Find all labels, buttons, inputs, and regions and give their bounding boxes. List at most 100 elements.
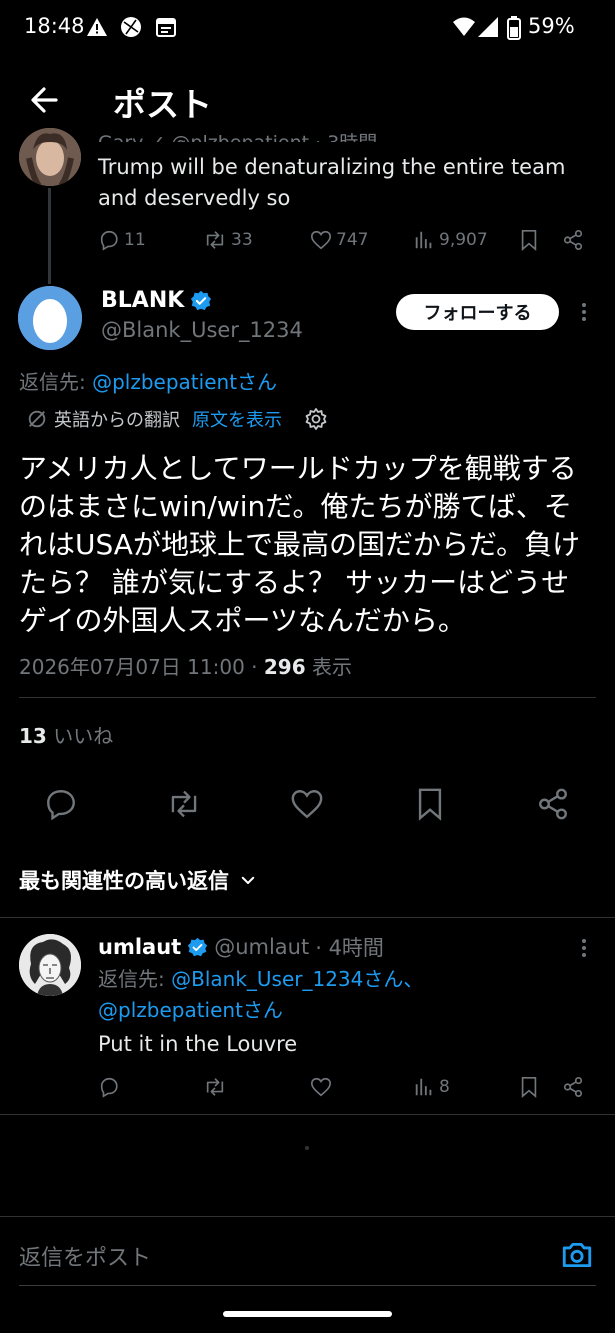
views-icon: [415, 1078, 432, 1096]
home-indicator[interactable]: [223, 1311, 392, 1317]
reply-icon: [47, 790, 75, 821]
main-name-text: BLANK: [101, 288, 185, 313]
reply-author-handle: @umlaut: [214, 935, 310, 959]
status-bar: 18:48 59%: [0, 0, 615, 56]
reply-to-user-link[interactable]: @plzbepatientさん: [98, 998, 283, 1022]
reply-more-options-button[interactable]: [576, 936, 592, 960]
parent-bookmark-button[interactable]: [518, 229, 540, 251]
reply-views-button[interactable]: 8: [413, 1076, 450, 1098]
parent-views-count: 9,907: [439, 230, 488, 250]
parent-reply-button[interactable]: 11: [98, 229, 146, 251]
translation-label: 英語からの翻訳: [54, 410, 180, 431]
parent-like-button[interactable]: 747: [310, 229, 368, 251]
main-text-line: たら？ 誰が気にするよ？ サッカーはどうせ: [19, 566, 570, 599]
share-button[interactable]: [536, 787, 570, 821]
heart-icon: [311, 1077, 331, 1097]
main-author-name: BLANK: [101, 288, 212, 313]
main-text-line: れはUSAが地球上で最高の国だからだ。負け: [19, 528, 581, 561]
wifi-icon: [453, 17, 475, 36]
reply-button[interactable]: [44, 787, 78, 821]
repost-icon: [206, 1078, 224, 1096]
more-options-button[interactable]: [576, 300, 592, 324]
calendar-icon: [156, 18, 176, 37]
likes-row[interactable]: 13 いいね: [19, 720, 113, 749]
camera-icon: [562, 1242, 592, 1268]
main-avatar[interactable]: [18, 286, 82, 350]
parent-repost-button[interactable]: 33: [203, 229, 253, 251]
heart-icon: [311, 230, 331, 250]
replies-sort-dropdown[interactable]: 最も関連性の高い返信: [19, 865, 257, 895]
camera-button[interactable]: [560, 1238, 594, 1272]
repost-icon: [206, 231, 224, 249]
divider: [0, 917, 615, 918]
reply-to-user-link[interactable]: @plzbepatientさん: [92, 370, 277, 394]
parent-like-count: 747: [336, 230, 369, 250]
parent-text-line: Trump will be denaturalizing the entire …: [98, 155, 566, 179]
like-button[interactable]: [290, 787, 324, 821]
show-original-link[interactable]: 原文を表示: [192, 406, 282, 432]
battery-percent: 59%: [528, 14, 575, 38]
reply-reply-button[interactable]: [98, 1076, 120, 1098]
alert-icon: [87, 18, 107, 36]
bookmark-button[interactable]: [413, 787, 447, 821]
reply-reply-to: 返信先: @Blank_User_1234さん、 @plzbepatientさん: [98, 964, 538, 1026]
default-egg-avatar-icon: [18, 286, 82, 350]
parent-text-line: and deservedly so: [98, 186, 291, 210]
page-title: ポスト: [113, 85, 212, 124]
reply-like-button[interactable]: [310, 1076, 332, 1098]
main-author-handle: @Blank_User_1234: [101, 318, 303, 342]
back-button[interactable]: [26, 80, 66, 120]
reply-to-prefix: 返信先:: [19, 370, 93, 394]
person-photo-icon: [19, 128, 81, 186]
likes-label: いいね: [46, 724, 114, 748]
reply-author-name: umlaut: [98, 935, 182, 959]
share-icon: [563, 1077, 583, 1097]
parent-share-button[interactable]: [562, 229, 584, 251]
reply-avatar[interactable]: [19, 934, 81, 996]
reply-compose-input[interactable]: 返信をポスト: [19, 1240, 539, 1272]
reply-share-button[interactable]: [562, 1076, 584, 1098]
reply-to-prefix: 返信先:: [98, 967, 172, 991]
main-post-text: アメリカ人としてワールドカップを観戦する のはまさにwin/winだ。俺たちが勝…: [19, 450, 599, 640]
repost-icon: [171, 790, 197, 818]
compose-underline: [19, 1285, 596, 1286]
parent-avatar[interactable]: [19, 128, 81, 186]
follow-button[interactable]: フォローする: [396, 294, 559, 330]
reply-time: · 4時間: [315, 936, 384, 960]
repost-button[interactable]: [166, 787, 202, 821]
ball-icon: [121, 17, 141, 37]
thread-line: [48, 188, 51, 284]
likes-count: 13: [19, 724, 47, 748]
reply-to-user-link[interactable]: @Blank_User_1234さん、: [171, 967, 423, 991]
divider: [19, 697, 596, 698]
parent-repost-count: 33: [231, 230, 253, 250]
parent-reply-count: 11: [124, 230, 146, 250]
timestamp: 2026年07月07日 11:00 ·: [19, 655, 264, 679]
beethoven-portrait-icon: [19, 934, 81, 996]
bookmark-icon: [418, 788, 442, 821]
reply-icon: [100, 1077, 118, 1098]
status-time: 18:48: [24, 14, 85, 38]
parent-views-button[interactable]: 9,907: [413, 229, 488, 251]
parent-post-text: Trump will be denaturalizing the entire …: [98, 152, 588, 214]
bookmark-icon: [521, 1077, 537, 1098]
reply-bookmark-button[interactable]: [518, 1076, 540, 1098]
battery-icon: [507, 16, 521, 40]
reply-icon: [100, 230, 118, 251]
views-count: 296: [263, 655, 306, 679]
reply-post-text: Put it in the Louvre: [98, 1032, 298, 1056]
divider: [0, 1216, 615, 1217]
arrow-left-icon: [31, 87, 58, 113]
signal-icon: [478, 17, 498, 37]
main-text-line: のはまさにwin/winだ。俺たちが勝てば、そ: [19, 490, 572, 523]
gear-icon[interactable]: [304, 407, 328, 431]
views-label: 表示: [305, 655, 352, 679]
more-vertical-icon: [582, 939, 586, 957]
main-text-line: ゲイの外国人スポーツなんだから。: [19, 604, 466, 637]
reply-views-count: 8: [439, 1077, 450, 1097]
heart-icon: [291, 790, 323, 819]
reply-repost-button[interactable]: [203, 1076, 227, 1098]
parent-header: Gary ✓ @plzbepatient · 3時間: [98, 128, 377, 142]
main-text-line: アメリカ人としてワールドカップを観戦する: [19, 452, 577, 485]
chevron-down-icon: [241, 876, 255, 884]
